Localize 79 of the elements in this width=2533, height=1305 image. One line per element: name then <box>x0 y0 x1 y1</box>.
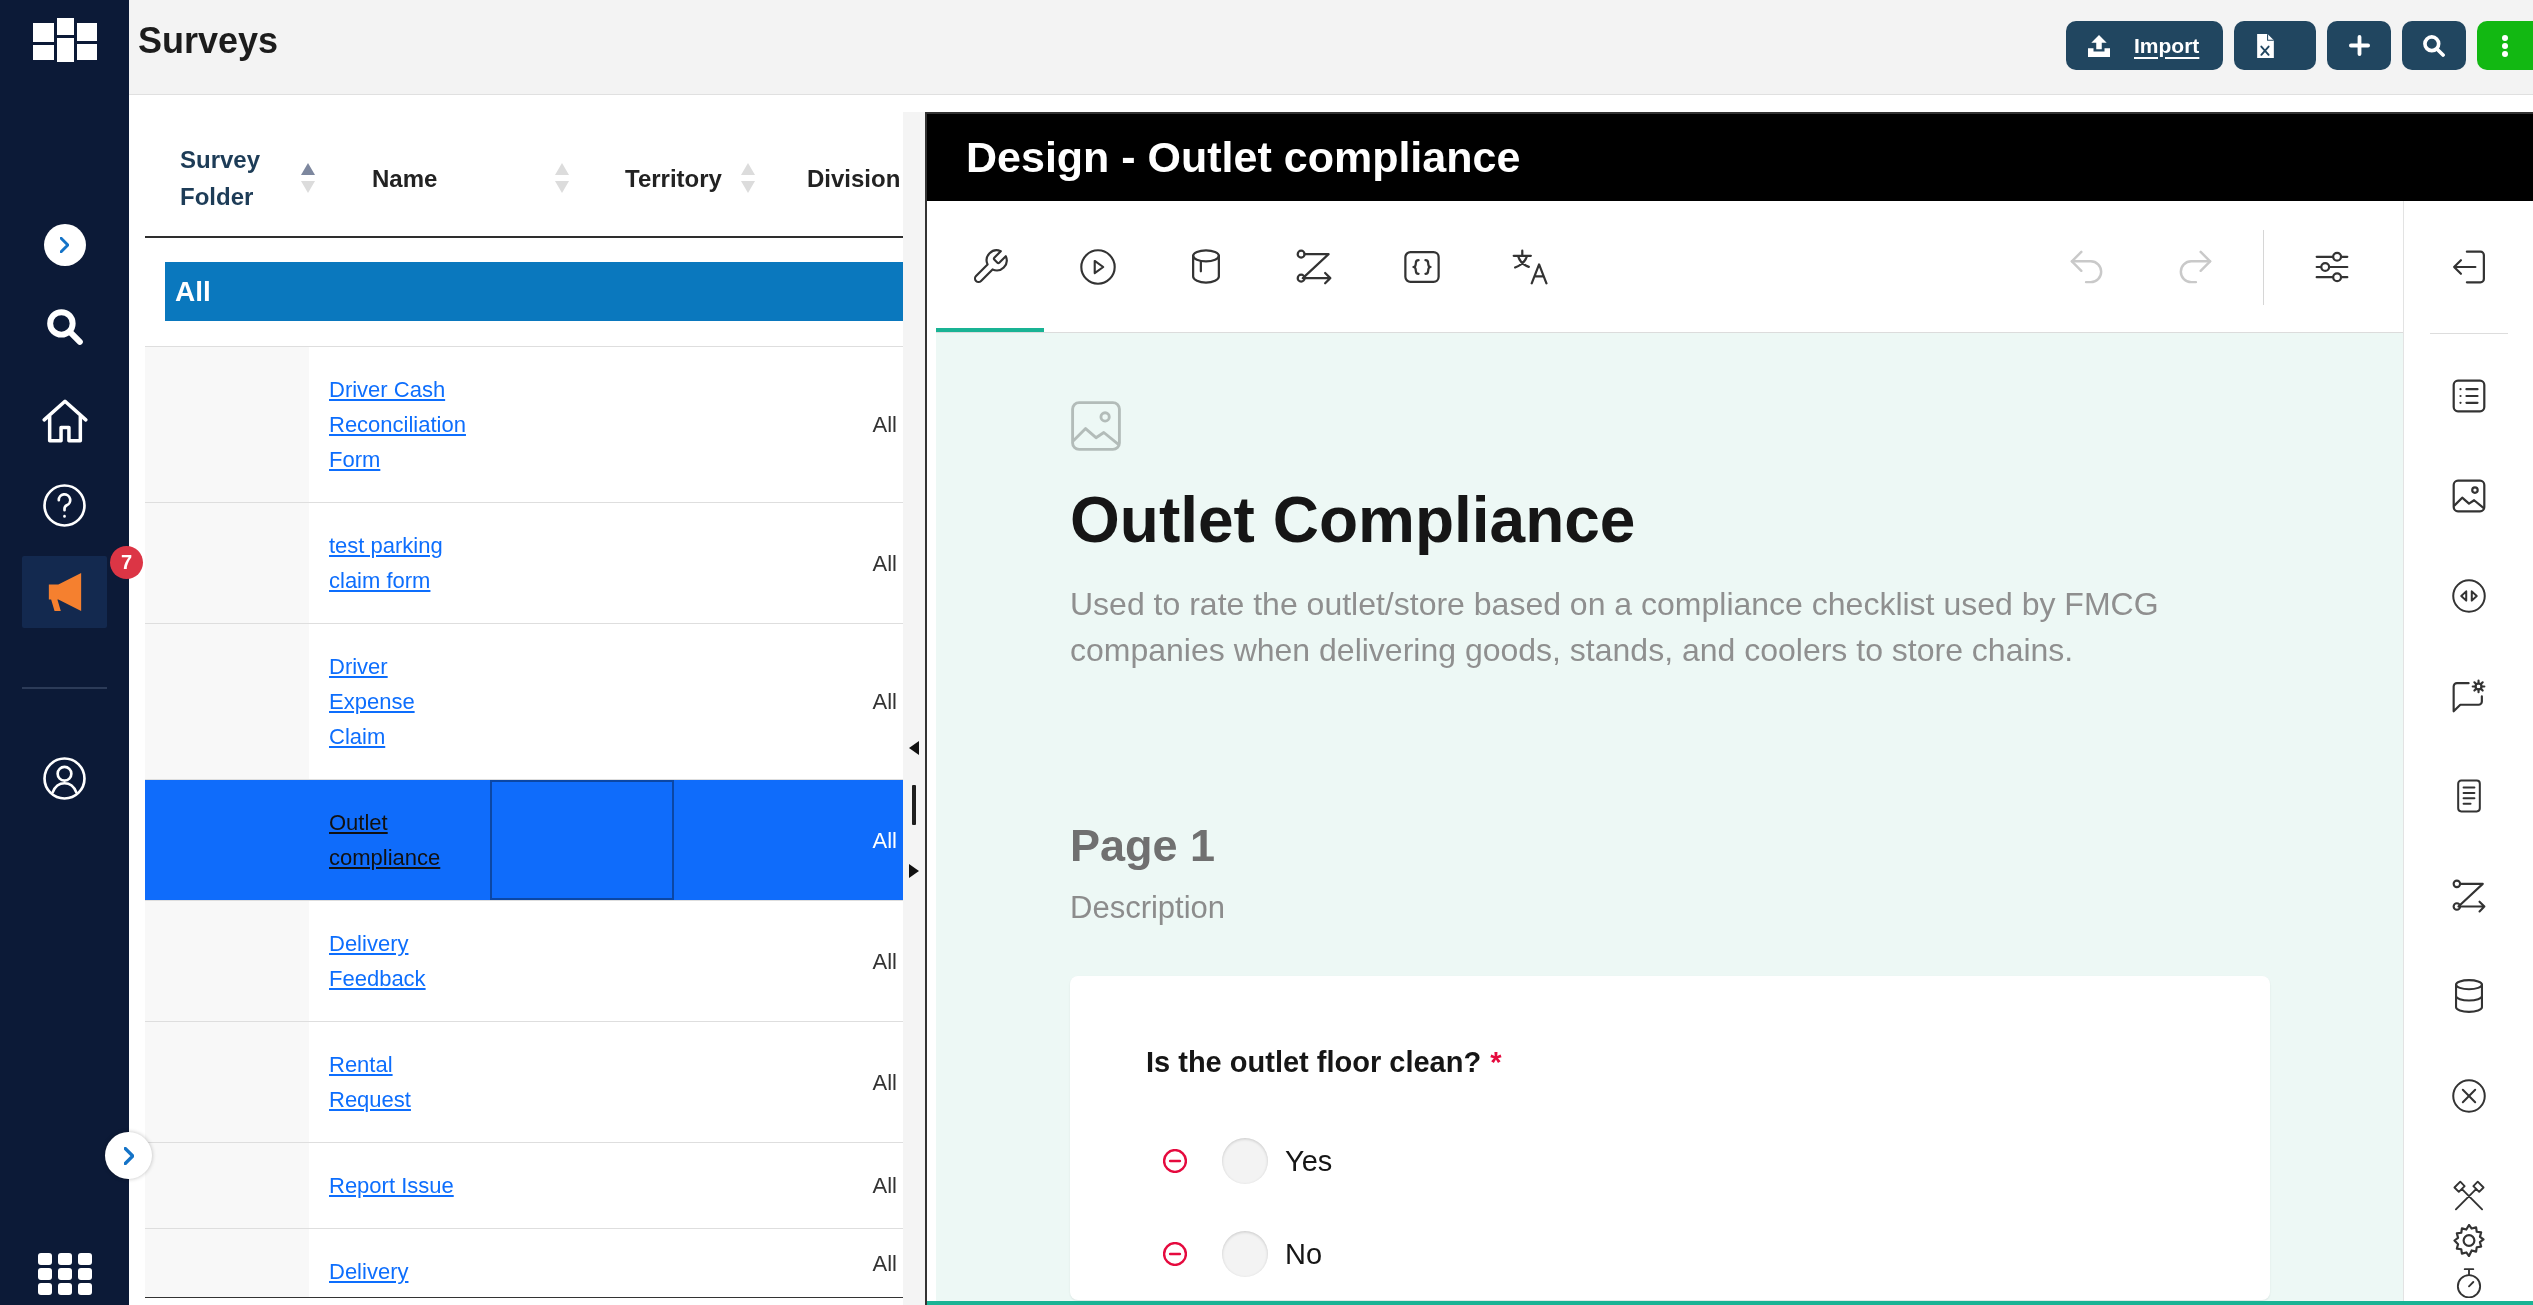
radio-button[interactable] <box>1222 1138 1268 1184</box>
required-mark: * <box>1490 1045 1502 1080</box>
search-icon <box>46 309 83 345</box>
excel-button[interactable] <box>2234 21 2316 70</box>
logo-icon <box>32 18 97 62</box>
gear-icon[interactable] <box>2452 1223 2485 1257</box>
table-row[interactable]: Rental Request All <box>145 1021 903 1142</box>
division-cell-text: All <box>872 947 897 976</box>
screen-title: Surveys <box>138 19 279 63</box>
division-cell-text: All <box>872 826 897 855</box>
play-icon <box>1080 248 1116 285</box>
close-circle-icon[interactable] <box>2451 1079 2486 1113</box>
table-row[interactable]: Delivery All <box>145 1228 903 1297</box>
carets-circle-icon[interactable] <box>2451 579 2486 613</box>
add-button[interactable] <box>2327 21 2391 70</box>
triangle-left-icon[interactable] <box>909 741 919 755</box>
search-icon <box>2423 34 2445 57</box>
spreadsheet-file-icon <box>2257 33 2274 58</box>
help-icon <box>43 483 86 527</box>
braces-icon <box>1404 248 1440 285</box>
exit-icon[interactable] <box>2451 250 2486 284</box>
column-header[interactable]: Survey Folder <box>180 141 301 215</box>
table-row[interactable]: Driver Expense Claim All <box>145 623 903 779</box>
survey-name-link[interactable]: Driver Expense Claim <box>329 649 472 754</box>
apps-grid-icon[interactable] <box>37 1253 92 1295</box>
choice-label: Yes <box>1285 1144 1333 1179</box>
division-cell-text: All <box>872 1249 897 1278</box>
division-cell-text: All <box>872 688 897 716</box>
survey-name-link[interactable]: Outlet compliance <box>329 805 472 875</box>
connector-nodes-icon <box>1296 248 1332 285</box>
user-icon <box>43 756 86 800</box>
table-row[interactable]: Report Issue All <box>145 1142 903 1228</box>
connector-nodes-icon[interactable] <box>2451 879 2486 913</box>
page-title[interactable]: Page 1 <box>1070 819 1216 873</box>
translate-icon <box>1512 248 1548 285</box>
sliders-icon[interactable] <box>2315 249 2349 284</box>
table-row[interactable]: Outlet compliance All <box>145 779 903 900</box>
upload-icon <box>2088 34 2110 57</box>
radio-button[interactable] <box>1222 1231 1268 1277</box>
division-cell-text: All <box>872 1172 897 1200</box>
sort-arrows-icon[interactable] <box>301 162 315 194</box>
survey-name-link[interactable]: Report Issue <box>329 1168 454 1203</box>
search-button[interactable] <box>2402 21 2466 70</box>
table-row[interactable]: Driver Cash Reconciliation Form All <box>145 346 903 502</box>
focused-cell[interactable] <box>490 780 674 900</box>
survey-name-link[interactable]: Delivery <box>329 1254 409 1289</box>
chevron-right-icon <box>60 237 69 253</box>
crossed-tools-icon[interactable] <box>2452 1179 2485 1211</box>
survey-name-link[interactable]: Delivery Feedback <box>329 926 472 996</box>
division-cell-text: All <box>872 411 897 439</box>
plus-icon <box>2348 35 2370 56</box>
dots-vertical-icon <box>2502 34 2508 57</box>
list-icon[interactable] <box>2451 379 2486 413</box>
import-button[interactable]: Import <box>2066 21 2223 70</box>
survey-title[interactable]: Outlet Compliance <box>1070 482 1636 558</box>
stopwatch-icon[interactable] <box>2455 1268 2482 1298</box>
choice-label: No <box>1285 1237 1323 1272</box>
triangle-right-icon[interactable] <box>909 864 919 878</box>
chevron-right-icon <box>123 1146 134 1165</box>
survey-name-link[interactable]: test parking claim form <box>329 528 472 598</box>
division-cell-text: All <box>872 549 897 578</box>
chat-gear-icon[interactable] <box>2451 679 2486 713</box>
question-title[interactable]: Is the outlet floor clean? <box>1146 1042 1482 1082</box>
question-card[interactable]: Is the outlet floor clean? * Yes No <box>1070 976 2270 1300</box>
home-icon <box>41 399 88 443</box>
survey-name-link[interactable]: Driver Cash Reconciliation Form <box>329 372 472 477</box>
table-row[interactable]: Delivery Feedback All <box>145 900 903 1021</box>
group-row[interactable]: All <box>165 262 903 321</box>
column-header[interactable]: Territory <box>625 159 722 197</box>
wrench-icon <box>972 248 1008 285</box>
panel-title: Design - Outlet compliance <box>927 114 2533 201</box>
division-cell-text: All <box>872 1068 897 1097</box>
splitter-grip[interactable] <box>912 785 916 825</box>
table-row[interactable]: test parking claim form All <box>145 502 903 623</box>
sidebar-toggle-button[interactable] <box>43 224 86 266</box>
survey-name-link[interactable]: Rental Request <box>329 1047 472 1117</box>
image-icon[interactable] <box>2451 479 2486 513</box>
column-header[interactable]: Division <box>807 159 901 197</box>
column-header[interactable]: Name <box>372 159 438 197</box>
